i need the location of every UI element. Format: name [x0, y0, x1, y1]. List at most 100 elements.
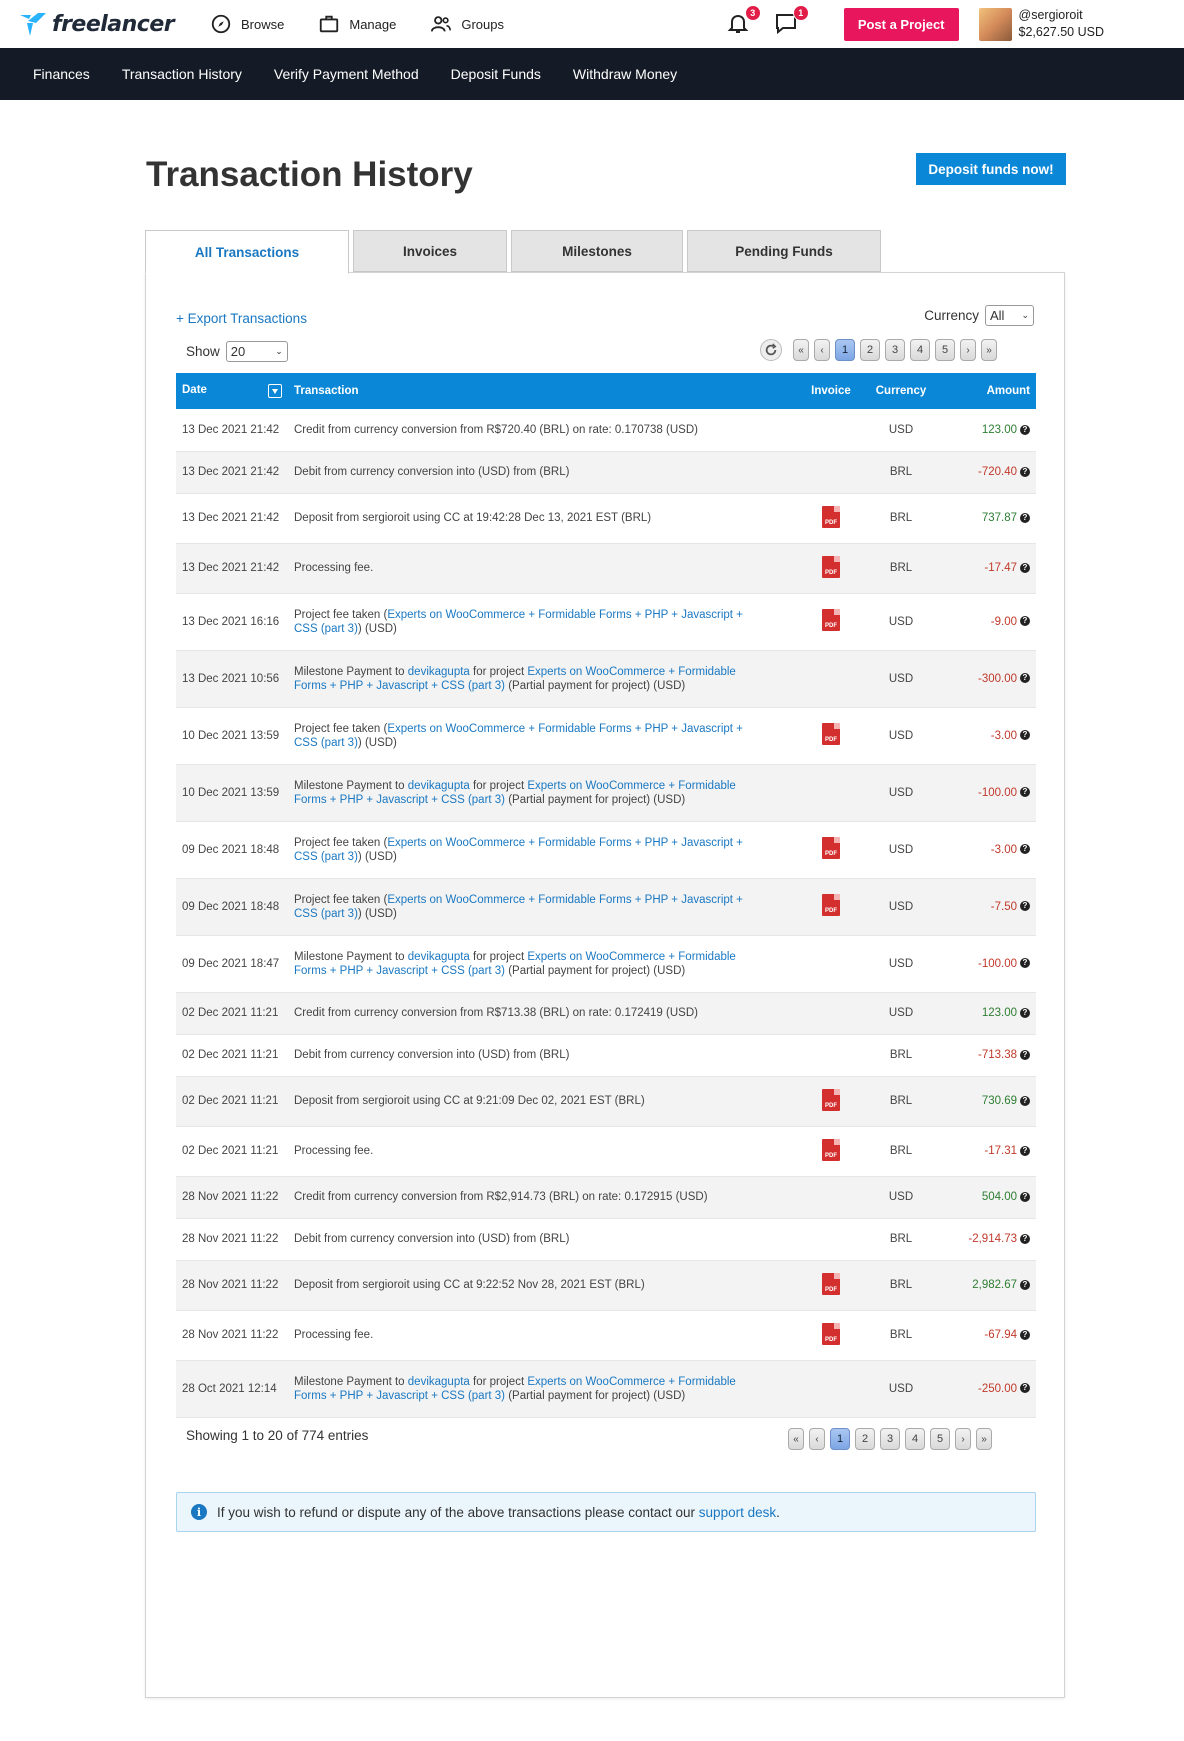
col-date[interactable]: Date	[176, 373, 288, 409]
pdf-invoice-icon[interactable]: PDF	[822, 1138, 840, 1161]
cell-currency: BRL	[866, 1034, 936, 1077]
help-icon[interactable]: ?	[1020, 1049, 1030, 1060]
bottom-page-next[interactable]: ›	[955, 1428, 971, 1450]
freelancer-logo[interactable]: freelancer	[18, 9, 188, 39]
bottom-page-4[interactable]: 4	[905, 1428, 925, 1450]
deposit-funds-button[interactable]: Deposit funds now!	[916, 153, 1066, 185]
transaction-link[interactable]: devikagupta	[408, 666, 470, 678]
bottom-page-last[interactable]: »	[976, 1428, 992, 1450]
pdf-invoice-icon[interactable]: PDF	[822, 837, 840, 859]
help-icon[interactable]: ?	[1020, 1191, 1030, 1202]
user-menu[interactable]: @sergioroit $2,627.50 USD	[978, 7, 1104, 41]
nav-browse-label: Browse	[241, 16, 285, 32]
bottom-page-2[interactable]: 2	[855, 1428, 875, 1450]
top-page-2[interactable]: 2	[860, 339, 880, 361]
transaction-text: Milestone Payment to	[294, 779, 408, 792]
top-page-3[interactable]: 3	[885, 339, 905, 361]
cell-transaction: Debit from currency conversion into (USD…	[288, 1218, 796, 1261]
pdf-invoice-icon[interactable]: PDF	[822, 1322, 840, 1345]
help-icon[interactable]: ?	[1020, 1329, 1030, 1340]
table-row: 09 Dec 2021 18:47 Milestone Payment to de…	[176, 935, 1036, 993]
top-page-5[interactable]: 5	[935, 339, 955, 361]
avatar[interactable]	[978, 7, 1012, 41]
account-balance: $2,627.50 USD	[1018, 25, 1104, 39]
help-icon[interactable]: ?	[1020, 1233, 1030, 1244]
top-page-first[interactable]: «	[793, 339, 809, 361]
pdf-invoice-icon[interactable]: PDF	[822, 609, 840, 631]
pdf-invoice-icon[interactable]: PDF	[822, 555, 840, 578]
tab-all-transactions[interactable]: All Transactions	[145, 230, 349, 274]
pdf-invoice-icon[interactable]: PDF	[822, 1272, 840, 1295]
cell-currency: USD	[866, 707, 936, 765]
cell-invoice: PDF	[796, 1310, 866, 1361]
transaction-text: Project fee taken (	[294, 608, 388, 621]
amount-value: -3.00	[990, 729, 1017, 742]
help-icon[interactable]: ?	[1020, 424, 1030, 435]
export-transactions-link[interactable]: + Export Transactions	[176, 311, 307, 326]
cell-currency: BRL	[866, 451, 936, 494]
bottom-page-3[interactable]: 3	[880, 1428, 900, 1450]
help-icon[interactable]: ?	[1020, 958, 1030, 969]
help-icon[interactable]: ?	[1020, 1095, 1030, 1106]
top-page-prev[interactable]: ‹	[814, 339, 830, 361]
subnav-deposit-funds[interactable]: Deposit Funds	[451, 66, 541, 82]
page-size-select[interactable]: 20 ⌄	[225, 341, 288, 362]
pdf-invoice-icon[interactable]: PDF	[822, 723, 840, 745]
cell-invoice: PDF	[796, 593, 866, 651]
sort-desc-icon[interactable]	[268, 384, 282, 398]
pdf-invoice-icon[interactable]: PDF	[822, 1088, 840, 1111]
top-page-1[interactable]: 1	[835, 339, 855, 361]
cell-amount: -3.00?	[936, 821, 1036, 879]
top-page-last[interactable]: »	[981, 339, 997, 361]
help-icon[interactable]: ?	[1020, 673, 1030, 684]
pdf-invoice-icon[interactable]: PDF	[822, 894, 840, 916]
help-icon[interactable]: ?	[1020, 844, 1030, 855]
cell-date: 13 Dec 2021 21:42	[176, 409, 288, 452]
help-icon[interactable]: ?	[1020, 1145, 1030, 1156]
help-icon[interactable]: ?	[1020, 1279, 1030, 1290]
transaction-link[interactable]: devikagupta	[408, 780, 470, 792]
messages-button[interactable]: 1	[774, 5, 809, 37]
help-icon[interactable]: ?	[1020, 787, 1030, 798]
pdf-invoice-icon[interactable]: PDF	[822, 505, 840, 528]
transaction-link[interactable]: devikagupta	[408, 951, 470, 963]
notifications-button[interactable]: 3	[726, 5, 761, 37]
help-icon[interactable]: ?	[1020, 466, 1030, 477]
subnav-verify-payment[interactable]: Verify Payment Method	[274, 66, 419, 82]
tab-milestones[interactable]: Milestones	[511, 230, 683, 272]
briefcase-icon	[320, 15, 339, 33]
refresh-button[interactable]	[760, 339, 782, 361]
subnav-finances[interactable]: Finances	[33, 66, 90, 82]
pagination-top: «‹ 1 2 3 4 5 ›»	[760, 339, 997, 361]
help-icon[interactable]: ?	[1020, 730, 1030, 741]
currency-select[interactable]: All ⌄	[985, 305, 1034, 326]
help-icon[interactable]: ?	[1020, 562, 1030, 573]
top-page-4[interactable]: 4	[910, 339, 930, 361]
cell-amount: -100.00?	[936, 764, 1036, 822]
cell-invoice: PDF	[796, 821, 866, 879]
bottom-page-first[interactable]: «	[788, 1428, 804, 1450]
amount-value: -2,914.73	[968, 1233, 1017, 1245]
bottom-page-5[interactable]: 5	[930, 1428, 950, 1450]
help-icon[interactable]: ?	[1020, 512, 1030, 523]
tab-invoices[interactable]: Invoices	[353, 230, 507, 272]
subnav-transaction-history[interactable]: Transaction History	[122, 66, 242, 82]
cell-transaction: Processing fee.	[288, 543, 796, 594]
help-icon[interactable]: ?	[1020, 1383, 1030, 1394]
post-project-button[interactable]: Post a Project	[843, 7, 959, 41]
bottom-page-prev[interactable]: ‹	[809, 1428, 825, 1450]
subnav-withdraw-money[interactable]: Withdraw Money	[573, 66, 677, 82]
bottom-page-1[interactable]: 1	[830, 1428, 850, 1450]
tab-pending-funds[interactable]: Pending Funds	[687, 230, 881, 272]
support-desk-link[interactable]: support desk	[699, 1505, 776, 1520]
help-icon[interactable]: ?	[1020, 616, 1030, 627]
nav-browse[interactable]: Browse	[210, 13, 284, 35]
transaction-text: for project	[469, 1375, 528, 1388]
help-icon[interactable]: ?	[1020, 1007, 1030, 1018]
transaction-text: (Partial payment for project) (USD)	[505, 1389, 686, 1402]
top-page-next[interactable]: ›	[960, 339, 976, 361]
nav-manage[interactable]: Manage	[318, 13, 396, 35]
transaction-link[interactable]: devikagupta	[408, 1376, 470, 1388]
help-icon[interactable]: ?	[1020, 901, 1030, 912]
nav-groups[interactable]: Groups	[430, 13, 504, 35]
